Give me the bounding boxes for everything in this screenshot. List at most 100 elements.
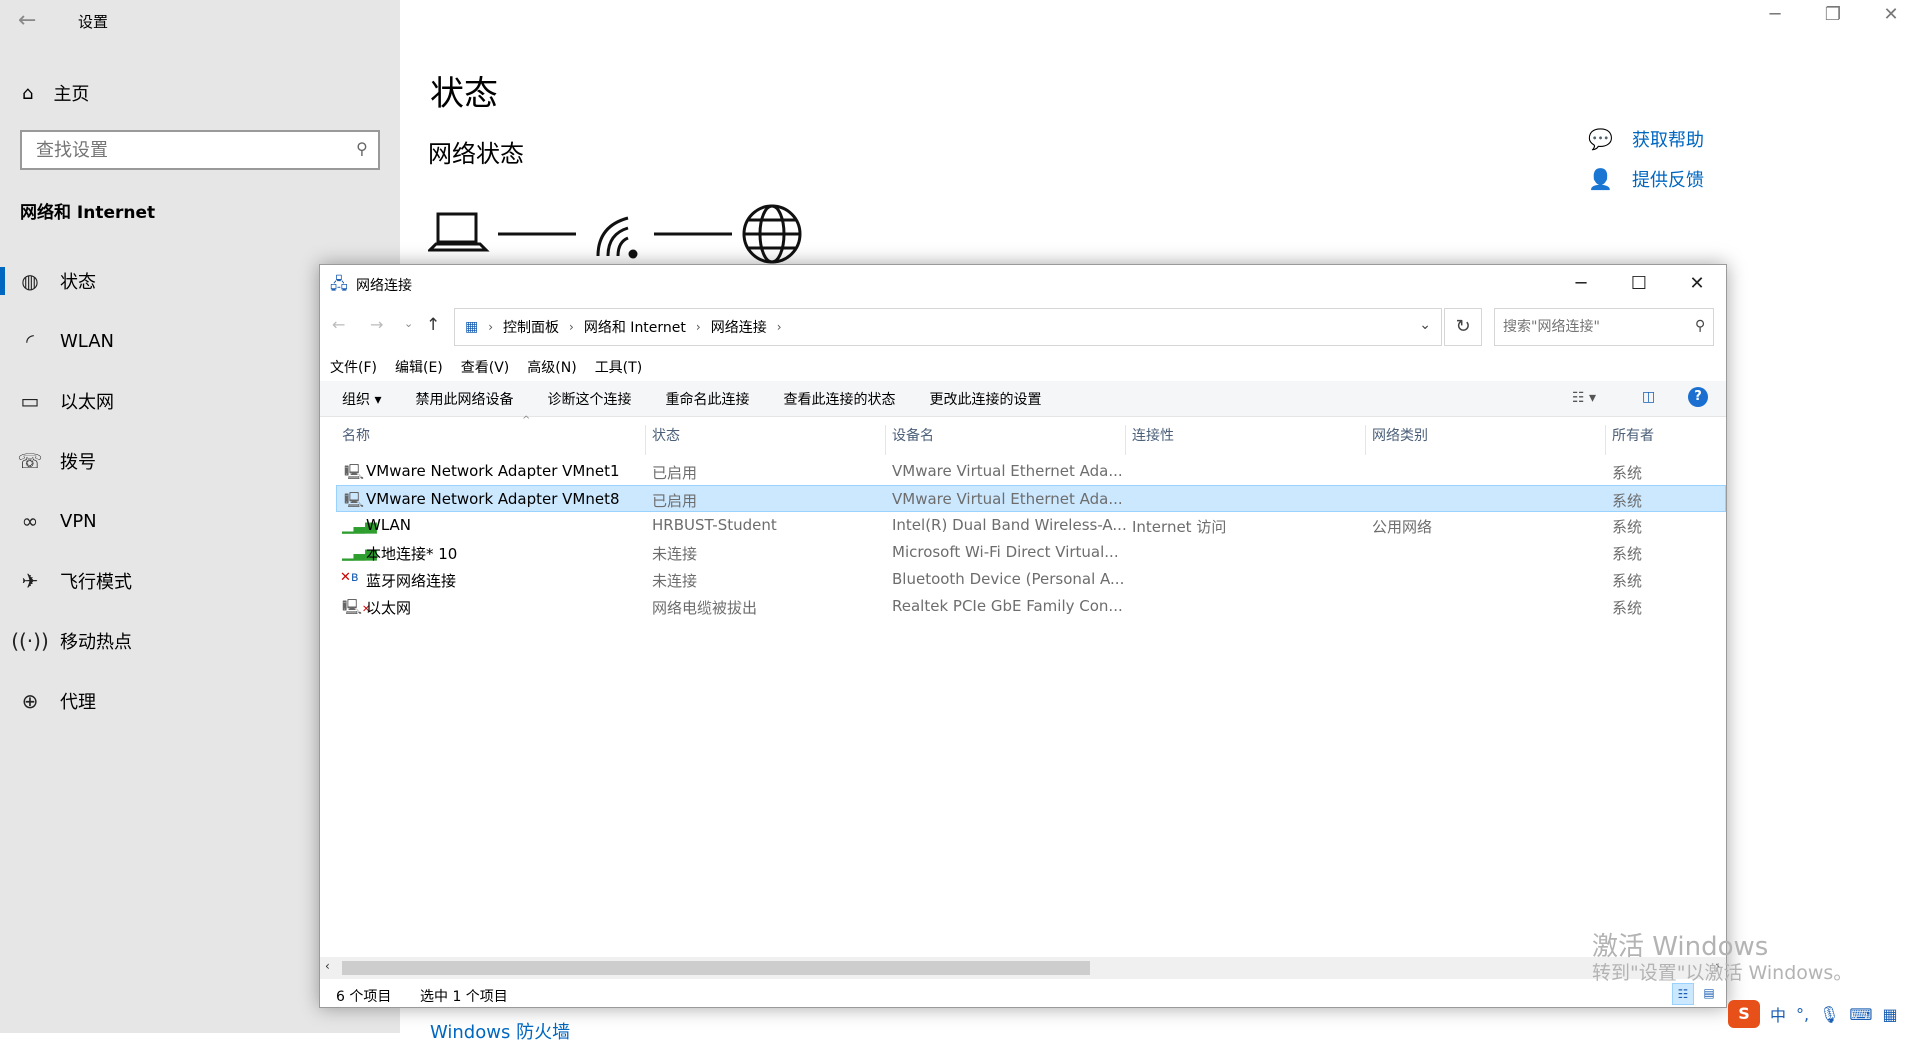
wifi-signal-icon bbox=[596, 216, 638, 259]
minimize-icon[interactable]: ─ bbox=[1752, 4, 1798, 25]
sidebar-item-label: 以太网 bbox=[60, 392, 114, 413]
diagnose-button[interactable]: 诊断这个连接 bbox=[547, 389, 631, 409]
horizontal-scrollbar[interactable]: ‹ › bbox=[320, 957, 1726, 979]
chevron-right-icon[interactable]: › bbox=[488, 320, 493, 334]
column-header-device[interactable]: 设备名 bbox=[886, 425, 1126, 455]
sidebar-item-label: VPN bbox=[60, 510, 97, 532]
row-name: 蓝牙网络连接 bbox=[366, 572, 457, 590]
breadcrumb-control-panel[interactable]: 控制面板 bbox=[503, 317, 559, 337]
chevron-right-icon[interactable]: › bbox=[777, 320, 782, 334]
explorer-search-input[interactable] bbox=[1495, 309, 1675, 345]
details-view-icon[interactable]: ☷ bbox=[1672, 983, 1694, 1005]
get-help-link[interactable]: 💬 获取帮助 bbox=[1588, 126, 1704, 152]
row-device: Bluetooth Device (Personal A... bbox=[892, 570, 1125, 588]
rename-button[interactable]: 重命名此连接 bbox=[665, 389, 749, 409]
preview-pane-icon[interactable]: ◫ bbox=[1642, 389, 1655, 405]
chevron-right-icon[interactable]: › bbox=[569, 320, 574, 334]
column-header-category[interactable]: 网络类别 bbox=[1366, 425, 1606, 455]
disable-device-button[interactable]: 禁用此网络设备 bbox=[415, 389, 513, 409]
search-icon[interactable]: ⚲ bbox=[1695, 318, 1705, 334]
settings-search-input[interactable] bbox=[22, 132, 322, 168]
help-icon[interactable]: ? bbox=[1688, 387, 1708, 407]
table-row[interactable]: ▁▃▅ 本地连接* 10 未连接 Microsoft Wi-Fi Direct … bbox=[336, 539, 1726, 566]
settings-search-box[interactable]: ⚲ bbox=[20, 130, 380, 170]
firewall-link[interactable]: Windows 防火墙 bbox=[430, 1018, 570, 1044]
column-header-status[interactable]: 状态 bbox=[646, 425, 886, 455]
section-title: 网络和 Internet bbox=[20, 203, 156, 223]
hotspot-icon: ((·)) bbox=[11, 629, 49, 653]
explorer-search-box[interactable]: ⚲ bbox=[1494, 308, 1714, 346]
feedback-link[interactable]: 👤 提供反馈 bbox=[1588, 166, 1704, 192]
row-owner: 系统 bbox=[1612, 464, 1643, 482]
scroll-left-icon[interactable]: ‹ bbox=[325, 959, 330, 973]
forward-arrow-icon[interactable]: → bbox=[370, 315, 383, 334]
command-bar: 组织 ▾ 禁用此网络设备 诊断这个连接 重命名此连接 查看此连接的状态 更改此连… bbox=[320, 381, 1726, 417]
table-row[interactable]: ▁▃▅ WLAN HRBUST-Student Intel(R) Dual Ba… bbox=[336, 512, 1726, 539]
network-status-subtitle: 网络状态 bbox=[428, 140, 524, 168]
adapter-icon: 🖳 bbox=[344, 463, 365, 481]
refresh-icon[interactable]: ↻ bbox=[1444, 308, 1482, 346]
table-row[interactable]: 🖳✕ 以太网 网络电缆被拔出 Realtek PCIe GbE Family C… bbox=[336, 593, 1726, 620]
keyboard-icon[interactable]: ⌨ bbox=[1849, 1005, 1872, 1024]
menu-view[interactable]: 查看(V) bbox=[461, 357, 510, 377]
table-row[interactable]: 🖳 VMware Network Adapter VMnet8 已启用 VMwa… bbox=[336, 485, 1726, 512]
table-row[interactable]: ✕ʙ 蓝牙网络连接 未连接 Bluetooth Device (Personal… bbox=[336, 566, 1726, 593]
microphone-icon[interactable]: 🎙 bbox=[1819, 1005, 1839, 1024]
menu-bar: 文件(F) 编辑(E) 查看(V) 高级(N) 工具(T) bbox=[330, 357, 642, 377]
row-category: 公用网络 bbox=[1372, 518, 1433, 536]
bluetooth-disconnected-icon: ✕ʙ bbox=[340, 570, 359, 585]
home-nav-item[interactable]: ⌂ 主页 bbox=[22, 80, 89, 106]
sidebar-item-label: 状态 bbox=[60, 272, 96, 293]
feedback-person-icon: 👤 bbox=[1588, 167, 1613, 191]
ime-tray: S 中 °, 🎙 ⌨ ▦ bbox=[1728, 998, 1898, 1030]
ime-language[interactable]: 中 bbox=[1770, 1002, 1786, 1026]
column-header-connectivity[interactable]: 连接性 bbox=[1126, 425, 1366, 455]
breadcrumb-network-connections[interactable]: 网络连接 bbox=[711, 317, 767, 337]
row-connectivity: Internet 访问 bbox=[1132, 518, 1227, 536]
search-icon[interactable]: ⚲ bbox=[356, 139, 368, 158]
up-arrow-icon[interactable]: ↑ bbox=[426, 315, 440, 335]
column-header-name[interactable]: 名称 bbox=[336, 425, 646, 455]
sogou-logo-icon[interactable]: S bbox=[1728, 1000, 1760, 1028]
view-options-icon[interactable]: ☷ ▾ bbox=[1572, 390, 1596, 406]
sidebar-item-label: 代理 bbox=[60, 692, 96, 713]
home-label: 主页 bbox=[53, 84, 90, 105]
row-device: Intel(R) Dual Band Wireless-A... bbox=[892, 516, 1127, 534]
table-row[interactable]: 🖳 VMware Network Adapter VMnet1 已启用 VMwa… bbox=[336, 458, 1726, 485]
explorer-close-icon[interactable]: ✕ bbox=[1668, 269, 1726, 299]
status-bar: 6 个项目 选中 1 个项目 ☷ ▤ bbox=[320, 981, 1726, 1007]
menu-edit[interactable]: 编辑(E) bbox=[395, 357, 443, 377]
row-name: 以太网 bbox=[366, 599, 412, 617]
ime-punctuation[interactable]: °, bbox=[1796, 1005, 1809, 1024]
close-icon[interactable]: ✕ bbox=[1868, 4, 1914, 25]
selected-count: 选中 1 个项目 bbox=[420, 989, 508, 1005]
chat-help-icon: 💬 bbox=[1588, 127, 1613, 151]
recent-dropdown-icon[interactable]: ⌄ bbox=[404, 317, 413, 330]
explorer-minimize-icon[interactable]: ─ bbox=[1552, 269, 1610, 299]
scrollbar-thumb[interactable] bbox=[342, 961, 1090, 975]
menu-file[interactable]: 文件(F) bbox=[330, 357, 377, 377]
ethernet-icon: ▭ bbox=[20, 389, 40, 413]
airplane-icon: ✈ bbox=[21, 569, 39, 593]
address-bar[interactable]: ▦ › 控制面板 › 网络和 Internet › 网络连接 › ⌄ bbox=[454, 308, 1442, 346]
chevron-right-icon[interactable]: › bbox=[696, 320, 701, 334]
view-status-button[interactable]: 查看此连接的状态 bbox=[783, 389, 895, 409]
change-settings-button[interactable]: 更改此连接的设置 bbox=[929, 389, 1041, 409]
toolbox-icon[interactable]: ▦ bbox=[1883, 1005, 1898, 1024]
globe-status-icon: ◍ bbox=[21, 269, 39, 293]
menu-tools[interactable]: 工具(T) bbox=[595, 357, 642, 377]
back-arrow-icon[interactable]: ← bbox=[18, 8, 36, 33]
row-status: 未连接 bbox=[652, 545, 698, 563]
home-icon: ⌂ bbox=[22, 82, 34, 104]
organize-button[interactable]: 组织 ▾ bbox=[342, 389, 381, 409]
row-owner: 系统 bbox=[1612, 492, 1643, 510]
column-header-owner[interactable]: 所有者 bbox=[1606, 425, 1726, 455]
back-arrow-icon[interactable]: ← bbox=[332, 315, 345, 334]
breadcrumb-network-internet[interactable]: 网络和 Internet bbox=[584, 317, 686, 337]
sidebar-item-label: 拨号 bbox=[60, 452, 96, 473]
restore-icon[interactable]: ❐ bbox=[1810, 4, 1856, 25]
menu-advanced[interactable]: 高级(N) bbox=[527, 357, 576, 377]
explorer-maximize-icon[interactable]: ☐ bbox=[1610, 269, 1668, 299]
address-dropdown-icon[interactable]: ⌄ bbox=[1419, 317, 1431, 333]
tiles-view-icon[interactable]: ▤ bbox=[1698, 983, 1720, 1005]
